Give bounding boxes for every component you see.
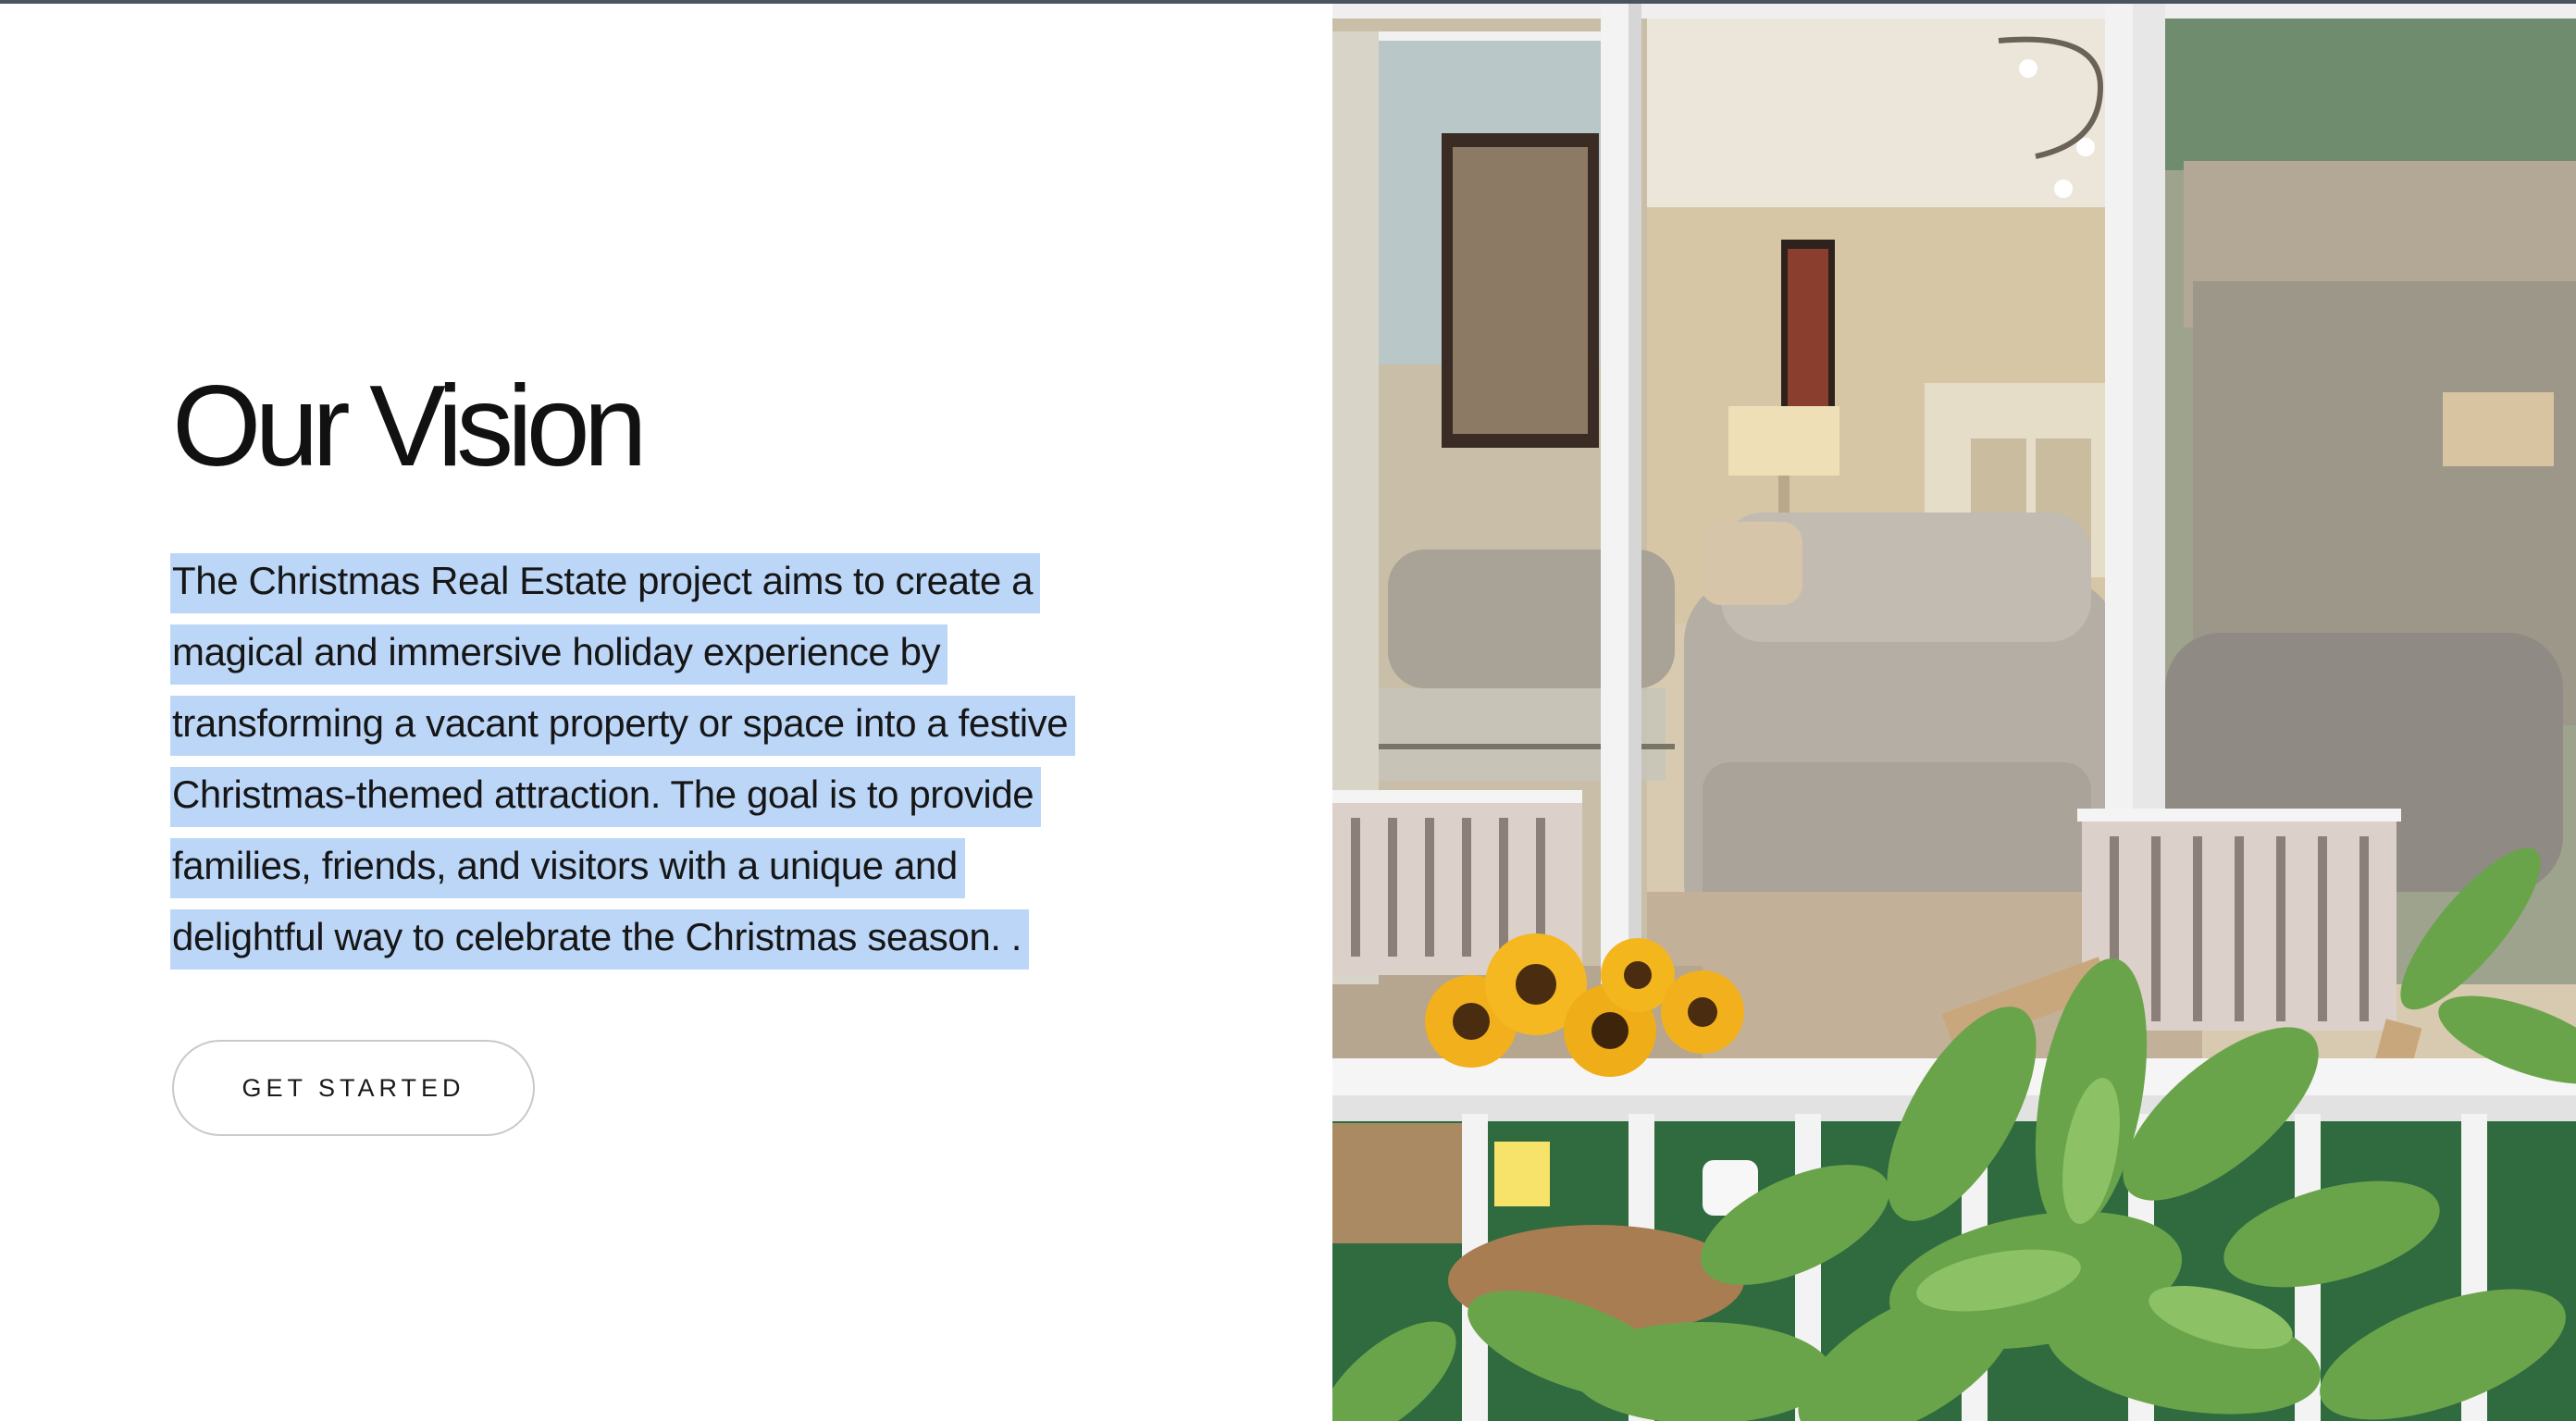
description-line: families, friends, and visitors with a u…: [170, 838, 965, 898]
patio-living-room-photo: [1332, 4, 2576, 1421]
description-line: The Christmas Real Estate project aims t…: [170, 553, 1041, 613]
description-line: delightful way to celebrate the Christma…: [170, 909, 1030, 970]
section-title: Our Vision: [172, 363, 648, 490]
vision-section: Our Vision The Christmas Real Estate pro…: [0, 4, 1332, 1421]
description-line: transforming a vacant property or space …: [170, 696, 1076, 756]
description-line: Christmas-themed attraction. The goal is…: [170, 767, 1042, 827]
page: Our Vision The Christmas Real Estate pro…: [0, 0, 2576, 1421]
vision-description[interactable]: The Christmas Real Estate project aims t…: [170, 545, 1171, 972]
get-started-button[interactable]: GET STARTED: [172, 1040, 535, 1136]
description-line: magical and immersive holiday experience…: [170, 624, 948, 685]
